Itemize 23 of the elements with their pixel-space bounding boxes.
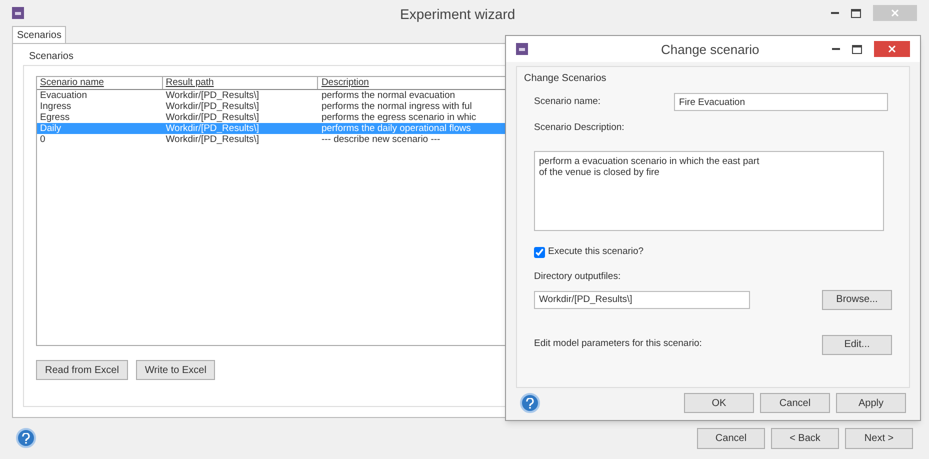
table-cell-text: Workdir/[PD_Results\] (164, 123, 260, 134)
field-label: Edit model parameters for this scenario: (534, 337, 702, 352)
table-cell-text: performs the normal ingress with ful (320, 101, 473, 112)
checkbox-label: Execute this scenario? (548, 245, 644, 259)
table-cell-text: Workdir/[PD_Results\] (164, 134, 260, 145)
table-cell-text: Evacuation (39, 90, 88, 101)
group-title: Scenarios (29, 50, 74, 64)
dialog-title: Change scenario (661, 41, 760, 59)
table-cell-text: Egress (39, 112, 71, 123)
table-cell-text: Ingress (39, 101, 72, 112)
table-cell-text: Workdir/[PD_Results\] (164, 90, 260, 101)
table-cell-text: performs the daily operational flows (320, 123, 472, 134)
table-cell-text: Workdir/[PD_Results\] (164, 101, 260, 112)
table-cell-text: performs the normal evacuation (320, 90, 456, 101)
window-title: Experiment wizard (400, 5, 516, 24)
field-label: Directory outputfiles: (534, 270, 622, 284)
field-label: Scenario Description: (534, 121, 626, 135)
table-cell-text: Workdir/[PD_Results\] (164, 112, 260, 123)
field-label: Scenario name: (534, 94, 602, 109)
table-cell-text: performs the egress scenario in whic (320, 112, 478, 123)
table-cell-text: --- describe new scenario --- (320, 134, 442, 145)
table-cell-text: Daily (39, 123, 62, 134)
table-cell-text: 0 (39, 134, 46, 145)
